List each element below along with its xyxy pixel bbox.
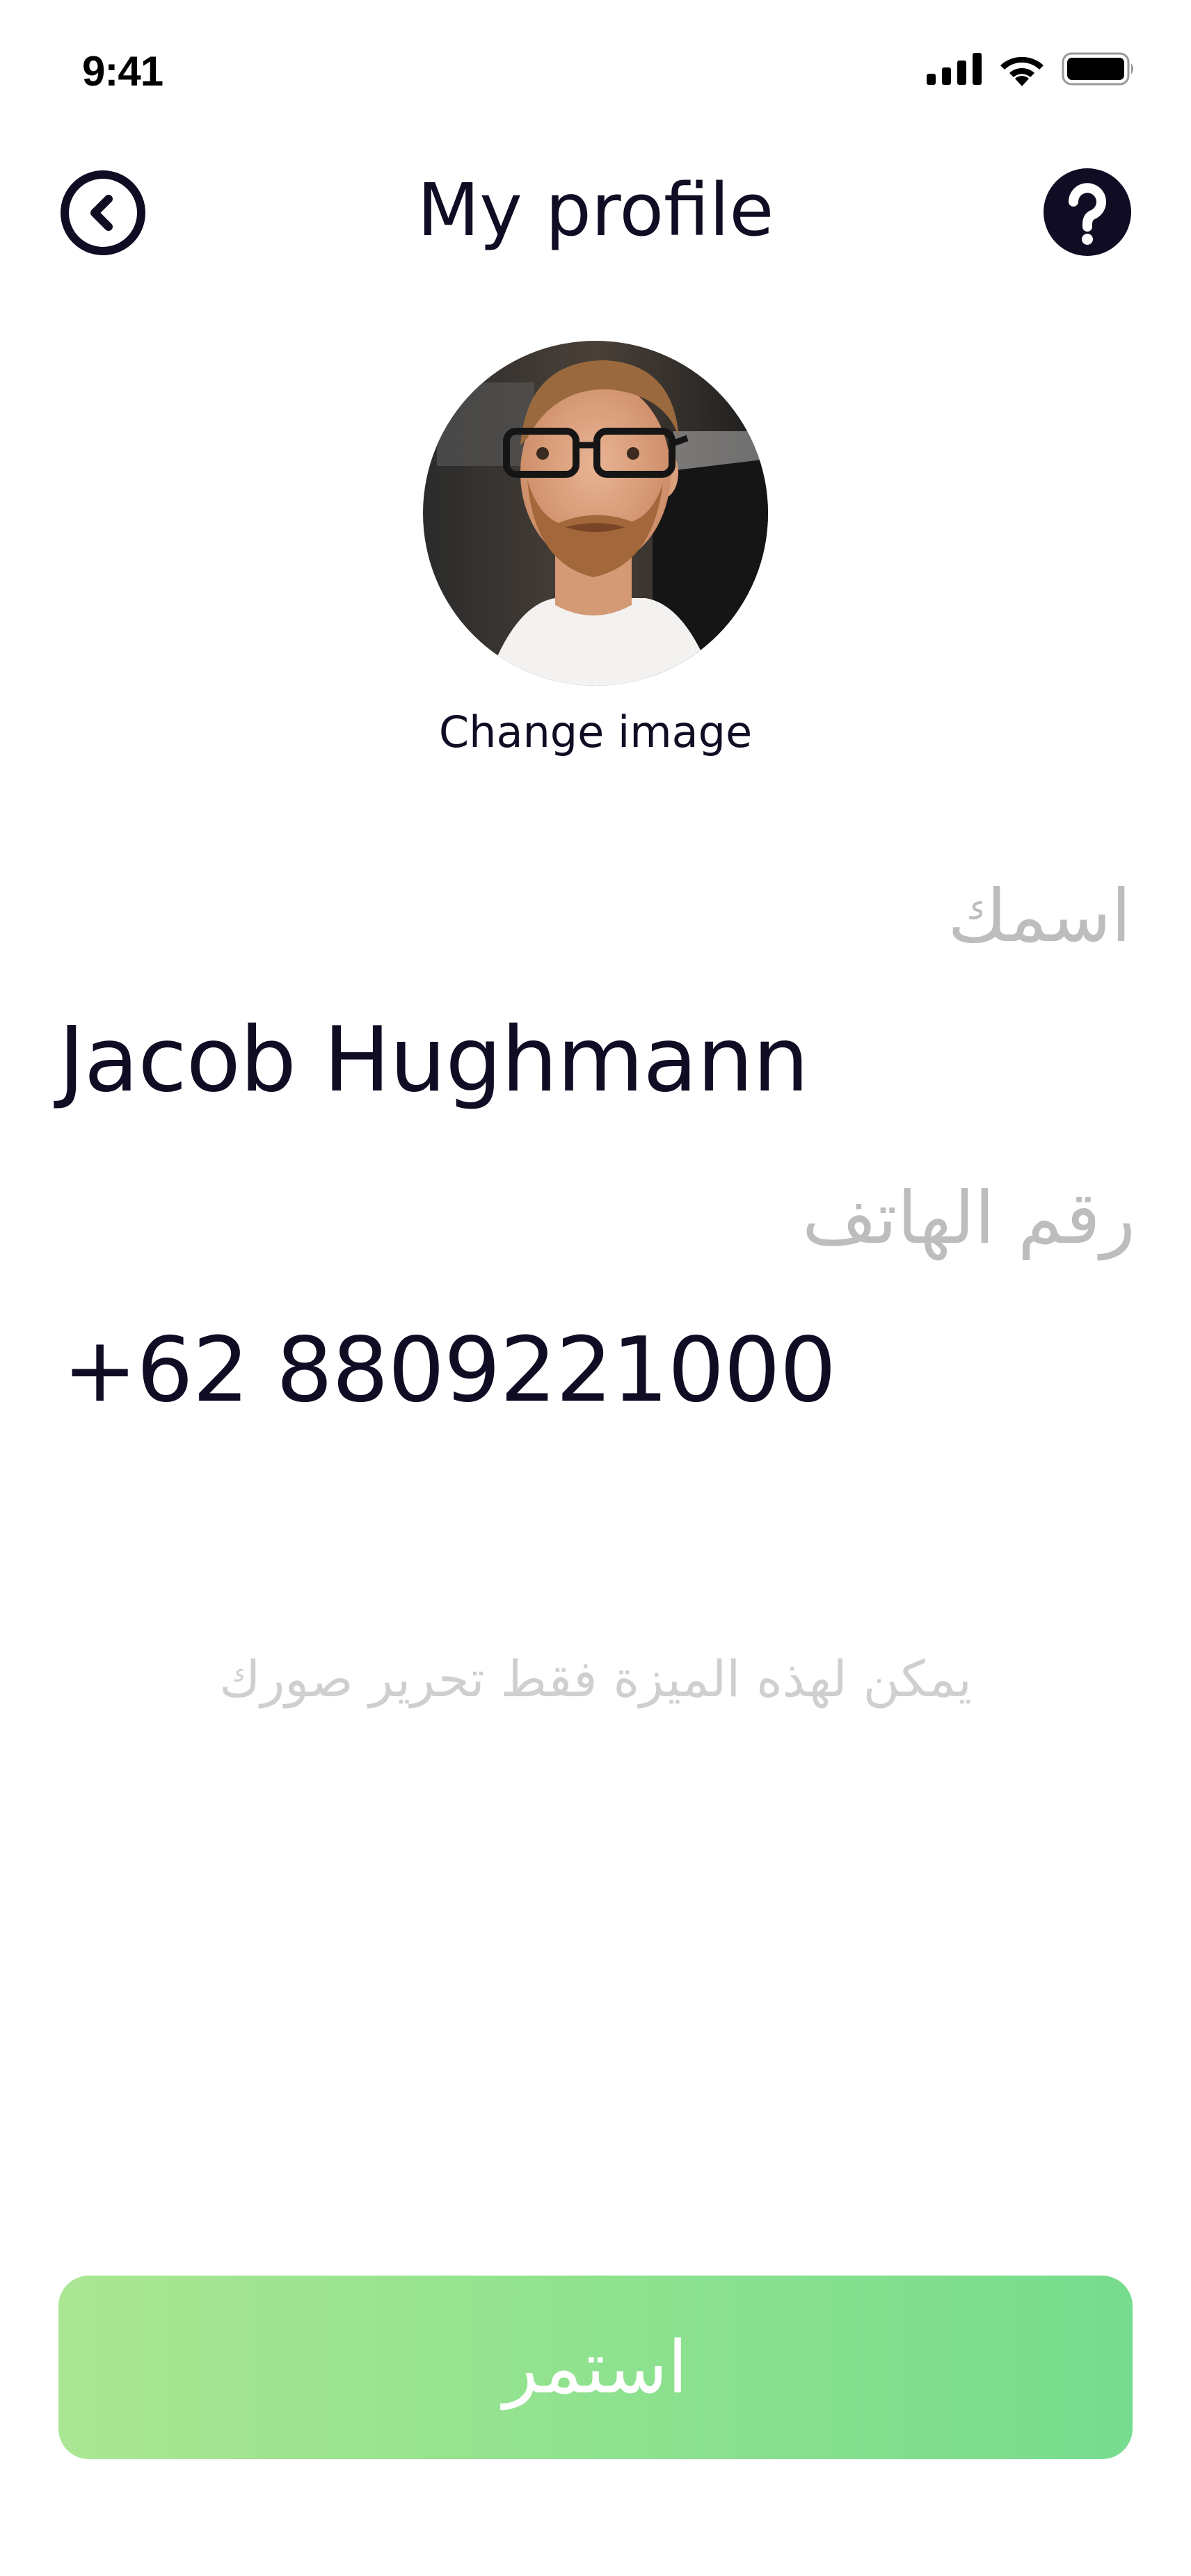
continue-button[interactable]: استمر bbox=[58, 2276, 1133, 2459]
avatar[interactable] bbox=[423, 341, 768, 686]
battery-icon bbox=[1062, 52, 1133, 86]
help-button[interactable] bbox=[1042, 167, 1133, 257]
name-label: اسمك bbox=[948, 874, 1131, 958]
profile-photo bbox=[423, 341, 768, 686]
change-image-link[interactable]: Change image bbox=[0, 707, 1191, 757]
wifi-icon bbox=[1000, 56, 1044, 86]
name-value[interactable]: Jacob Hughmann bbox=[58, 1008, 809, 1112]
question-circle-icon bbox=[1044, 168, 1131, 256]
cellular-signal-icon bbox=[927, 53, 982, 85]
hint-text: يمكن لهذه الميزة فقط تحرير صورك bbox=[219, 1650, 972, 1708]
phone-value[interactable]: +62 8809221000 bbox=[63, 1319, 836, 1422]
status-time: 9:41 bbox=[82, 48, 163, 95]
page-title: My profile bbox=[417, 168, 774, 252]
status-icons bbox=[927, 51, 1135, 86]
phone-label: رقم الهاتف bbox=[801, 1175, 1135, 1260]
continue-button-label: استمر bbox=[503, 2325, 688, 2410]
status-bar: 9:41 bbox=[0, 0, 1191, 139]
